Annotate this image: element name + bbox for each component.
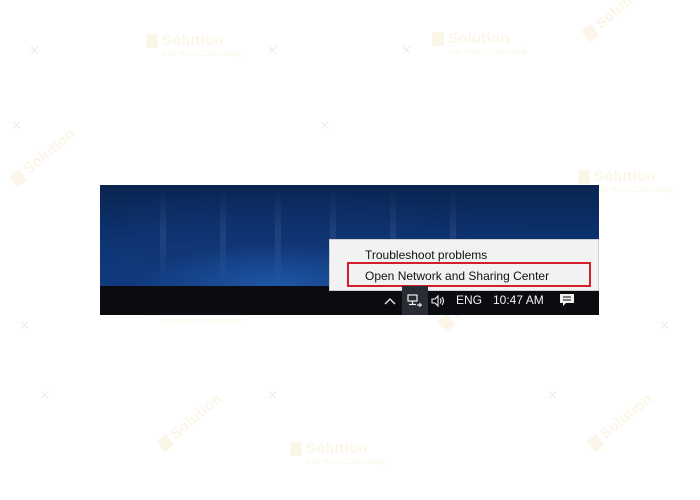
watermark-cross [268,45,278,55]
watermark-cross [40,390,50,400]
watermark-cross [320,120,330,130]
speaker-icon[interactable] [429,286,449,315]
watermark-cross [660,320,670,330]
watermark-cross [268,390,278,400]
watermark-cross [548,390,558,400]
action-center-icon[interactable] [555,286,579,315]
menu-item-open-network-and-sharing-center[interactable]: Open Network and Sharing Center [331,266,597,287]
watermark-cross [12,120,22,130]
language-indicator[interactable]: ENG [456,286,482,315]
watermark-cross [20,320,30,330]
page: Solution GIẢI PHÁP CÔNG NGHỆ Solution GI… [0,0,700,500]
windows-desktop-screenshot: Troubleshoot problems Open Network and S… [100,185,599,315]
menu-item-troubleshoot-problems[interactable]: Troubleshoot problems [331,245,597,266]
network-context-menu: Troubleshoot problems Open Network and S… [329,239,599,291]
chevron-up-icon[interactable] [381,286,399,315]
taskbar-clock[interactable]: 10:47 AM [493,286,544,315]
watermark-cross [402,45,412,55]
watermark-cross [30,45,40,55]
network-icon[interactable] [402,286,428,315]
